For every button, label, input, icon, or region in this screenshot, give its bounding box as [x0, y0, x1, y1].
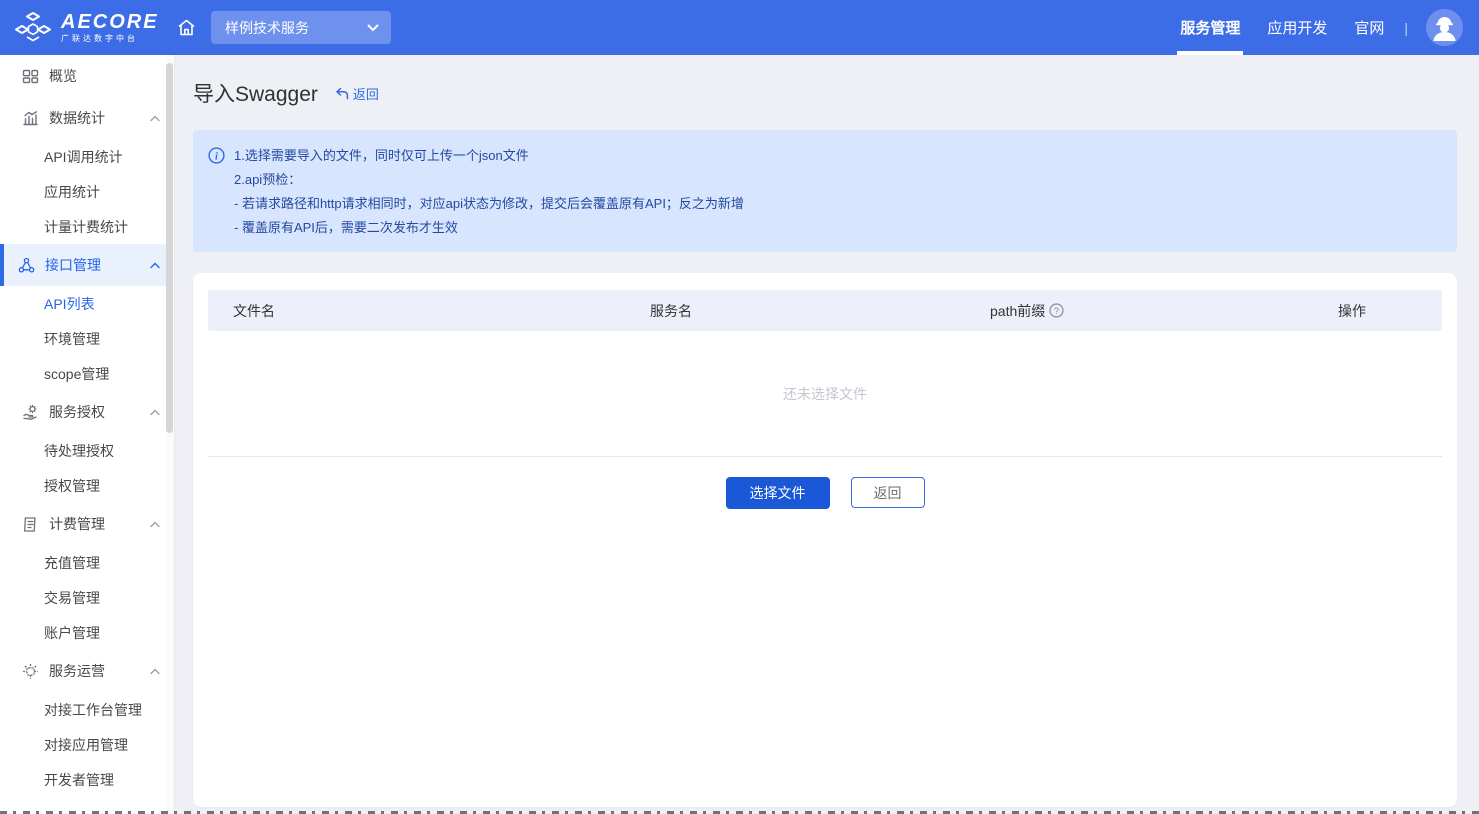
- back-link[interactable]: 返回: [335, 84, 379, 103]
- top-nav-label: 应用开发: [1267, 17, 1327, 38]
- workspace-selector-value: 样例技术服务: [225, 18, 367, 38]
- empty-state-text: 还未选择文件: [783, 384, 867, 404]
- sidebar-subitem-env-management[interactable]: 环境管理: [0, 321, 174, 356]
- sidebar-subitem-workbench-management[interactable]: 对接工作台管理: [0, 692, 174, 727]
- column-header-actions: 操作: [1318, 301, 1442, 321]
- top-nav-service-management[interactable]: 服务管理: [1180, 0, 1240, 55]
- column-header-path-prefix: path前缀 ?: [988, 301, 1318, 321]
- sidebar-item-service-authorization[interactable]: 服务授权: [0, 391, 174, 433]
- svg-text:i: i: [215, 151, 218, 162]
- sidebar-item-label: 服务授权: [49, 402, 105, 422]
- sidebar-subitem-api-list[interactable]: API列表: [0, 286, 174, 321]
- svg-text:?: ?: [1054, 306, 1059, 316]
- sidebar-subitem-metering-billing-stats[interactable]: 计量计费统计: [0, 209, 174, 244]
- sidebar-item-label: 接口管理: [45, 255, 101, 275]
- sidebar-item-label: 数据统计: [49, 108, 105, 128]
- sidebar: 概览 数据统计 API调用统计 应用统计 计量计费统计: [0, 55, 175, 814]
- chevron-up-icon: [150, 409, 160, 416]
- notice-line: 2.api预检：: [234, 168, 744, 192]
- notice-line: - 若请求路径和http请求相同时，对应api状态为修改，提交后会覆盖原有API…: [234, 192, 744, 216]
- sidebar-item-service-operations[interactable]: 服务运营: [0, 650, 174, 692]
- chevron-up-icon: [150, 668, 160, 675]
- sidebar-item-label: 概览: [49, 66, 77, 86]
- sidebar-item-label: 服务运营: [49, 661, 105, 681]
- table-header-row: 文件名 服务名 path前缀 ? 操作: [208, 290, 1442, 331]
- interface-icon: [18, 256, 36, 274]
- main-content: 导入Swagger 返回 i 1.选择需要导入的文件，同时仅可上传: [175, 55, 1479, 814]
- sidebar-item-overview[interactable]: 概览: [0, 55, 174, 97]
- brand-logo[interactable]: AECORE 广联达数字中台: [14, 9, 164, 47]
- page-title: 导入Swagger: [193, 78, 318, 108]
- notice-line: - 覆盖原有API后，需要二次发布才生效: [234, 216, 744, 240]
- home-icon[interactable]: [176, 17, 197, 38]
- billing-icon: [22, 515, 40, 533]
- top-nav-label: 服务管理: [1180, 17, 1240, 38]
- sidebar-subitem-developer-management[interactable]: 开发者管理: [0, 762, 174, 797]
- sidebar-subitem-pending-authorization[interactable]: 待处理授权: [0, 433, 174, 468]
- chevron-up-icon: [150, 521, 160, 528]
- chevron-down-icon: [367, 24, 379, 32]
- column-header-filename: 文件名: [208, 301, 648, 321]
- sidebar-item-data-stats[interactable]: 数据统计: [0, 97, 174, 139]
- top-nav-official-site[interactable]: 官网: [1354, 0, 1384, 55]
- return-button[interactable]: 返回: [851, 477, 925, 508]
- back-link-label: 返回: [353, 84, 379, 103]
- workspace-selector[interactable]: 样例技术服务: [211, 11, 391, 44]
- sidebar-subitem-api-call-stats[interactable]: API调用统计: [0, 139, 174, 174]
- top-navigation: 服务管理 应用开发 官网 |: [1153, 0, 1463, 55]
- notice-line: 1.选择需要导入的文件，同时仅可上传一个json文件: [234, 144, 744, 168]
- info-icon: i: [208, 147, 225, 240]
- sidebar-subitem-recharge-management[interactable]: 充值管理: [0, 545, 174, 580]
- nav-separator: |: [1404, 20, 1408, 36]
- sidebar-item-label: 计费管理: [49, 514, 105, 534]
- chevron-up-icon: [150, 115, 160, 122]
- back-arrow-icon: [335, 87, 349, 100]
- empty-state: 还未选择文件: [208, 331, 1442, 456]
- sidebar-subitem-authorization-management[interactable]: 授权管理: [0, 468, 174, 503]
- user-avatar[interactable]: [1426, 9, 1463, 46]
- top-header: AECORE 广联达数字中台 样例技术服务 服务管理 应用开发 官网 |: [0, 0, 1479, 55]
- column-header-label: path前缀: [990, 301, 1045, 321]
- sidebar-scrollbar-thumb[interactable]: [166, 63, 173, 433]
- help-icon[interactable]: ?: [1049, 303, 1064, 318]
- notice-banner: i 1.选择需要导入的文件，同时仅可上传一个json文件 2.api预检： - …: [193, 130, 1457, 252]
- logo-title: AECORE: [61, 12, 159, 32]
- sidebar-subitem-app-stats[interactable]: 应用统计: [0, 174, 174, 209]
- sidebar-subitem-transaction-management[interactable]: 交易管理: [0, 580, 174, 615]
- stats-icon: [22, 109, 40, 127]
- operations-icon: [22, 662, 40, 680]
- sidebar-item-interface-management[interactable]: 接口管理: [0, 244, 174, 286]
- top-nav-label: 官网: [1354, 17, 1384, 38]
- logo-subtitle: 广联达数字中台: [61, 35, 159, 43]
- grant-icon: [22, 403, 40, 421]
- top-nav-app-development[interactable]: 应用开发: [1267, 0, 1327, 55]
- sidebar-subitem-account-management[interactable]: 账户管理: [0, 615, 174, 650]
- column-header-service-name: 服务名: [648, 301, 988, 321]
- choose-file-button[interactable]: 选择文件: [726, 477, 830, 509]
- active-tab-underline: [1177, 51, 1243, 55]
- file-table-card: 文件名 服务名 path前缀 ? 操作 还未选择文件: [193, 273, 1457, 807]
- sidebar-item-billing-management[interactable]: 计费管理: [0, 503, 174, 545]
- sidebar-subitem-integration-app-management[interactable]: 对接应用管理: [0, 727, 174, 762]
- sidebar-subitem-scope-management[interactable]: scope管理: [0, 356, 174, 391]
- logo-icon: [14, 9, 52, 47]
- chevron-up-icon: [150, 262, 160, 269]
- overview-icon: [22, 67, 40, 85]
